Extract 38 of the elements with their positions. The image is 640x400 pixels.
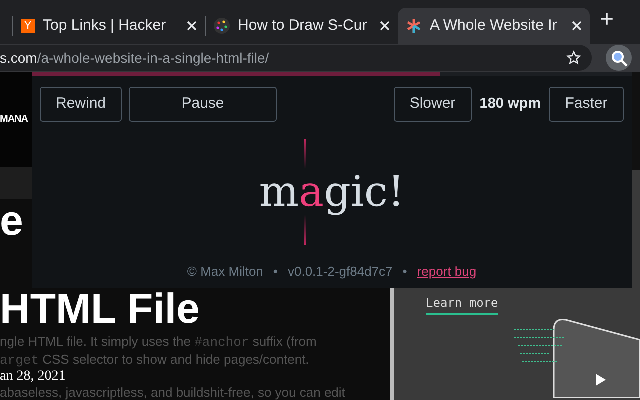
author-text: © Max Milton bbox=[187, 262, 264, 280]
url-text: s.com/a-whole-website-in-a-single-html-file/ bbox=[0, 48, 270, 68]
close-icon[interactable] bbox=[380, 21, 390, 31]
rewind-button[interactable]: Rewind bbox=[40, 87, 122, 122]
tab-title: How to Draw S-Cur bbox=[238, 16, 368, 36]
browser-tab[interactable]: How to Draw S-Cur bbox=[206, 8, 398, 44]
dotted-circle-icon bbox=[214, 18, 230, 34]
faster-button[interactable]: Faster bbox=[549, 87, 624, 122]
learn-more-link[interactable]: Learn more bbox=[426, 294, 498, 315]
article-paragraph: abaseless, javascriptless, and buildshit-free, so you can edit bbox=[0, 385, 346, 400]
focus-guide-bottom bbox=[304, 214, 306, 245]
browser-tab[interactable]: Y Top Links | Hacker bbox=[13, 8, 205, 44]
tab-title: A Whole Website Ir bbox=[430, 16, 558, 36]
focus-guide-top bbox=[304, 138, 306, 169]
current-word: magic! bbox=[259, 168, 405, 215]
version-text: v0.0.1-2-gf84d7c7 bbox=[288, 262, 393, 281]
article-paragraph: arget CSS selector to show and hide pages/content. bbox=[0, 351, 310, 369]
asterisk-icon bbox=[406, 18, 422, 34]
search-extension-icon[interactable] bbox=[606, 45, 632, 71]
browser-tab[interactable]: A Whole Website Ir bbox=[398, 8, 590, 44]
tab-title: Top Links | Hacker bbox=[43, 16, 168, 36]
separator: • bbox=[402, 262, 408, 280]
close-icon[interactable] bbox=[572, 21, 582, 31]
site-icon: Y bbox=[21, 19, 35, 33]
article-heading: e bbox=[0, 199, 24, 243]
slower-button[interactable]: Slower bbox=[394, 87, 472, 122]
speed-readout: 180 wpm bbox=[478, 94, 542, 114]
nav-text[interactable]: MANA bbox=[0, 112, 28, 128]
close-icon[interactable] bbox=[187, 21, 197, 31]
report-bug-link[interactable]: report bug bbox=[417, 262, 477, 281]
new-tab-button[interactable]: + bbox=[600, 2, 614, 38]
pause-button[interactable]: Pause bbox=[129, 87, 277, 122]
address-bar[interactable]: s.com/a-whole-website-in-a-single-html-file/ bbox=[0, 45, 592, 71]
bookmark-star-icon[interactable] bbox=[566, 50, 582, 66]
article-date: an 28, 2021 bbox=[0, 369, 67, 385]
article-paragraph: ngle HTML file. It simply uses the #anchor suffix (from bbox=[0, 333, 318, 351]
separator: • bbox=[273, 262, 278, 280]
article-heading: HTML File bbox=[0, 287, 200, 331]
